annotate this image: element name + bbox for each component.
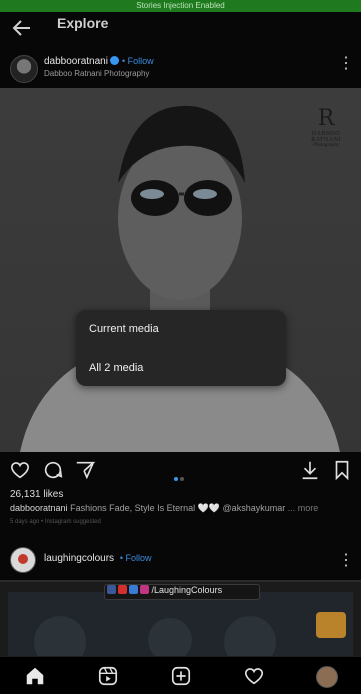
injection-status-bar: Stories Injection Enabled: [0, 0, 361, 12]
reels-icon[interactable]: [97, 665, 119, 687]
next-post-header: laughingcolours • Follow ⋮: [0, 543, 361, 579]
follow-button[interactable]: • Follow: [122, 56, 154, 66]
comment-icon[interactable]: [42, 459, 64, 481]
next-post-author: laughingcolours • Follow: [44, 553, 152, 564]
more-options-icon[interactable]: ⋮: [338, 56, 354, 72]
home-icon[interactable]: [24, 665, 46, 687]
download-menu: Current media All 2 media: [76, 310, 286, 386]
facebook-icon: [107, 585, 116, 594]
current-media-option[interactable]: Current media: [89, 323, 159, 335]
arrow-left-icon[interactable]: [10, 16, 34, 40]
post-author: dabbooratnani • Follow: [44, 56, 154, 67]
verified-badge-icon: [109, 56, 119, 65]
banner-handle: /LaughingColours: [151, 585, 223, 595]
new-post-icon[interactable]: [170, 665, 192, 687]
more-options-icon[interactable]: ⋮: [338, 553, 354, 569]
avatar[interactable]: [10, 55, 38, 83]
twitter-icon: [129, 585, 138, 594]
post-media[interactable]: R DABBOO RATNANI Photography: [0, 88, 361, 452]
bottom-nav: [0, 656, 361, 694]
avatar[interactable]: [10, 547, 36, 573]
heart-icon[interactable]: [9, 459, 31, 481]
follow-button[interactable]: • Follow: [120, 553, 152, 563]
post-caption: dabbooratnani Fashions Fade, Style Is Et…: [10, 503, 318, 514]
share-icon[interactable]: [74, 459, 96, 481]
social-banner: /LaughingColours: [104, 584, 260, 600]
username-link[interactable]: laughingcolours: [44, 553, 114, 564]
bookmark-icon[interactable]: [331, 459, 353, 481]
carousel-dot: [180, 477, 184, 481]
carousel-dot-active: [174, 477, 178, 481]
profile-avatar-icon[interactable]: [316, 666, 338, 688]
instagram-icon: [140, 585, 149, 594]
likes-count[interactable]: 26,131 likes: [10, 489, 63, 500]
post-header: dabbooratnani • Follow Dabboo Ratnani Pho…: [0, 50, 361, 86]
page-title: Explore: [57, 15, 109, 31]
post-actions: [0, 455, 361, 485]
post-meta: 5 days ago • Instagram suggested: [10, 519, 101, 525]
watermark-logo: R DABBOO RATNANI Photography: [311, 106, 341, 148]
activity-heart-icon[interactable]: [243, 665, 265, 687]
caption-text: Fashions Fade, Style Is Eternal 🤍🤍 @aksh…: [70, 503, 286, 513]
caption-more-link[interactable]: ... more: [288, 503, 319, 513]
youtube-icon: [118, 585, 127, 594]
top-bar: Explore: [0, 12, 361, 46]
download-icon[interactable]: [299, 459, 321, 481]
carousel-indicator: [174, 468, 186, 486]
username-link[interactable]: dabbooratnani: [44, 56, 108, 67]
caption-username[interactable]: dabbooratnani: [10, 503, 68, 513]
all-media-option[interactable]: All 2 media: [89, 362, 143, 374]
post-subtitle: Dabboo Ratnani Photography: [44, 69, 150, 78]
